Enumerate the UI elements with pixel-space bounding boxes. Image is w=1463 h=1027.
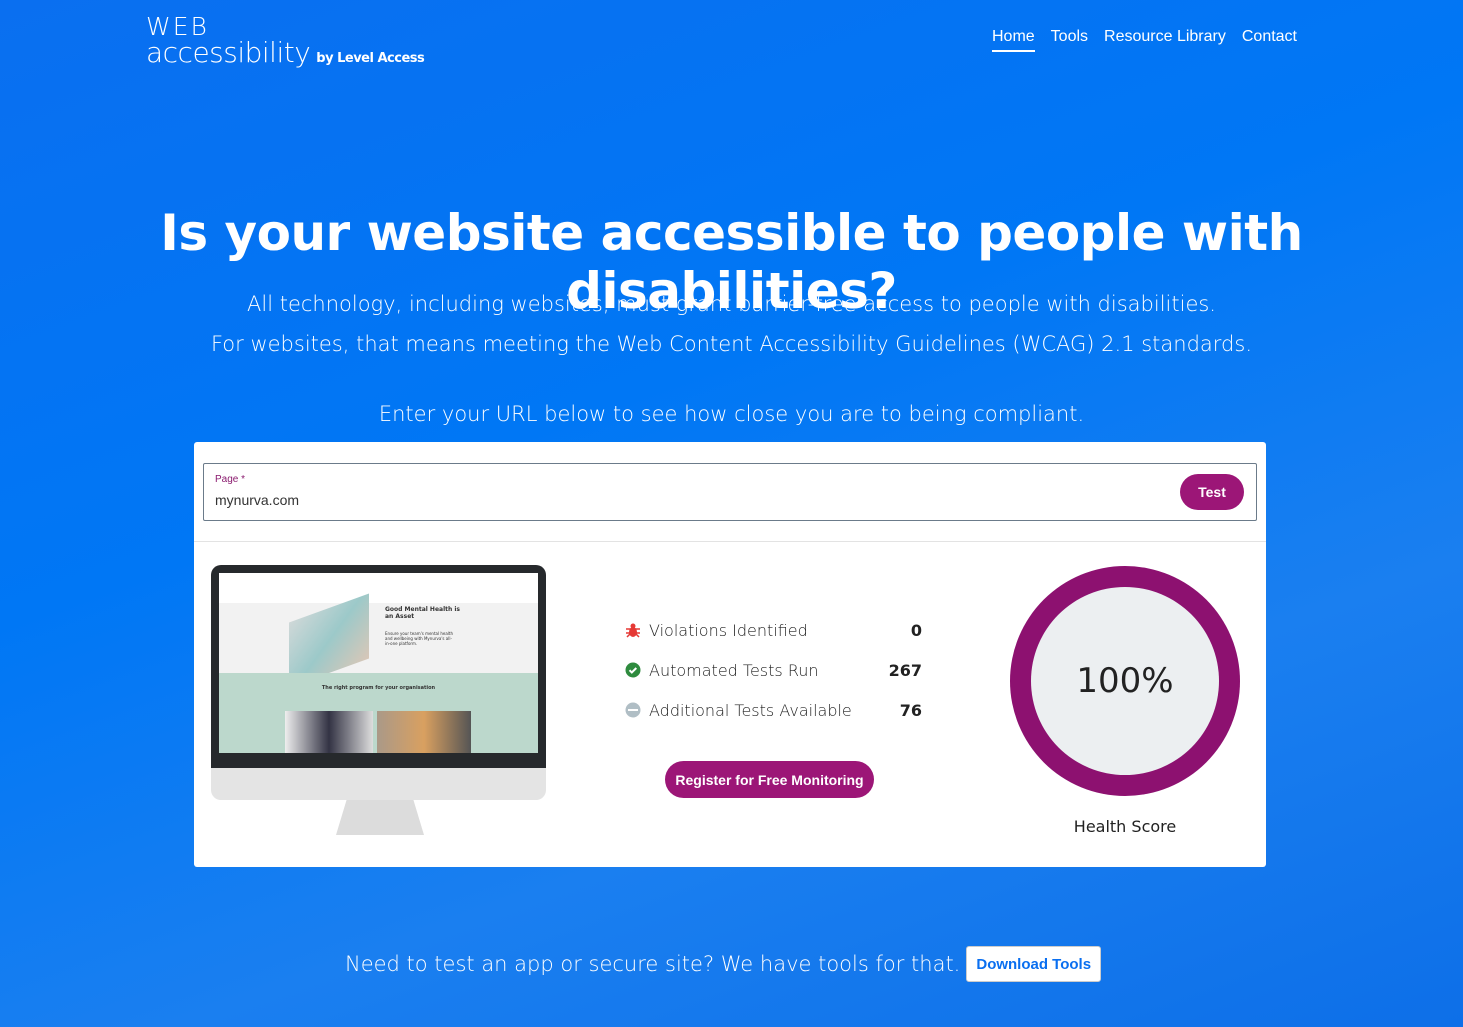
bug-icon xyxy=(624,621,642,639)
monitor-chin xyxy=(211,768,546,800)
nav-resource-library[interactable]: Resource Library xyxy=(1104,28,1226,52)
preview-text: Ensure your team's mental health and wel… xyxy=(385,631,454,646)
tools-callout-text: Need to test an app or secure site? We h… xyxy=(345,952,961,976)
tools-callout: Need to test an app or secure site? We h… xyxy=(345,946,1102,982)
test-card: Page * Test Good Mental Health is an Ass… xyxy=(194,442,1266,867)
hero-line-1: All technology, including websites, must… xyxy=(247,292,1216,316)
monitor-stand xyxy=(336,800,424,835)
test-button[interactable]: Test xyxy=(1180,474,1244,510)
health-score-label: Health Score xyxy=(1073,817,1177,836)
page-field: Page * Test xyxy=(203,463,1257,521)
health-score-value: 100% xyxy=(1031,587,1219,775)
check-badge-icon xyxy=(624,661,642,679)
site-preview-monitor: Good Mental Health is an Asset Ensure yo… xyxy=(211,565,546,835)
stat-violations: Violations Identified 0 xyxy=(624,610,922,650)
download-tools-button[interactable]: Download Tools xyxy=(966,946,1102,982)
hero-line-2: For websites, that means meeting the Web… xyxy=(210,332,1253,356)
site-screenshot: Good Mental Health is an Asset Ensure yo… xyxy=(219,573,538,753)
logo-accessibility: accessibility xyxy=(146,36,311,69)
nav-contact[interactable]: Contact xyxy=(1242,28,1297,52)
photo-image xyxy=(377,711,471,753)
page-label: Page * xyxy=(215,474,246,485)
logo-by: by Level Access xyxy=(316,51,425,66)
logo[interactable]: WEB accessibility by Level Access xyxy=(146,14,425,69)
health-score-gauge: 100% xyxy=(1010,566,1240,796)
nav-tools[interactable]: Tools xyxy=(1051,28,1088,52)
preview-heading: Good Mental Health is an Asset xyxy=(385,606,460,620)
minus-circle-icon xyxy=(624,701,642,719)
preview-section-title: The right program for your organisation xyxy=(321,685,436,691)
nav-home[interactable]: Home xyxy=(991,28,1035,52)
photo-image xyxy=(285,711,373,753)
monitor-screen: Good Mental Health is an Asset Ensure yo… xyxy=(211,565,546,768)
results-stats: Violations Identified 0 Automated Tests R… xyxy=(624,610,922,730)
url-prompt: Enter your URL below to see how close yo… xyxy=(378,402,1085,426)
stat-additional-tests: Additional Tests Available 76 xyxy=(624,690,922,730)
divider xyxy=(194,541,1266,542)
page-url-input[interactable] xyxy=(215,492,1115,508)
stat-automated-tests: Automated Tests Run 267 xyxy=(624,650,922,690)
register-monitoring-button[interactable]: Register for Free Monitoring xyxy=(665,761,874,798)
main-nav: Home Tools Resource Library Contact xyxy=(991,28,1297,52)
